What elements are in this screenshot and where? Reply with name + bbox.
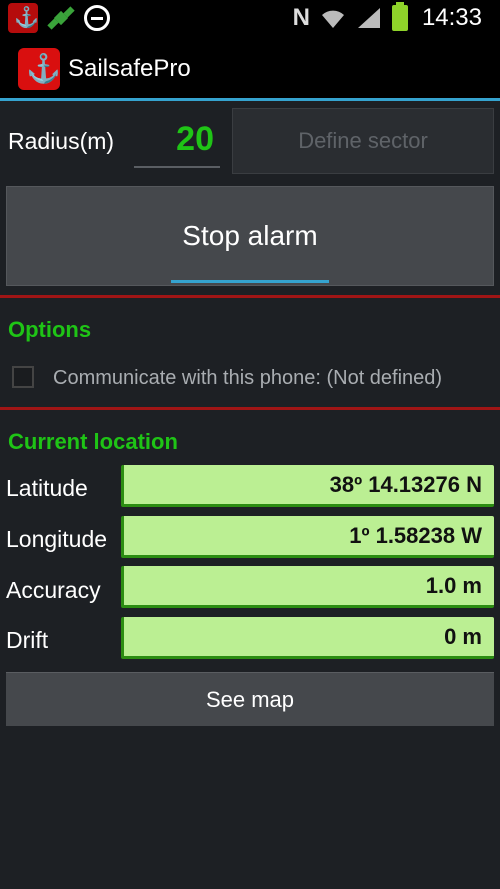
action-bar-divider bbox=[0, 98, 500, 101]
status-bar: N 14:33 bbox=[0, 0, 500, 36]
app-title: SailsafePro bbox=[68, 55, 191, 82]
stop-alarm-indicator bbox=[171, 280, 329, 283]
longitude-value: 1º 1.58238 W bbox=[121, 516, 494, 558]
radius-input[interactable]: 20 bbox=[134, 120, 220, 168]
drift-value: 0 m bbox=[121, 617, 494, 659]
communicate-checkbox[interactable] bbox=[12, 366, 34, 388]
stop-alarm-button[interactable]: Stop alarm bbox=[6, 186, 494, 286]
wifi-icon bbox=[321, 10, 344, 28]
section-divider bbox=[0, 295, 500, 298]
options-title: Options bbox=[8, 317, 92, 342]
action-bar: SailsafePro bbox=[0, 36, 500, 100]
do-not-disturb-icon bbox=[84, 5, 110, 31]
nfc-icon: N bbox=[292, 4, 310, 31]
system-status-icons: N 14:33 bbox=[293, 2, 482, 34]
clock: 14:33 bbox=[421, 4, 482, 31]
battery-icon bbox=[391, 2, 408, 31]
define-sector-button[interactable]: Define sector bbox=[232, 108, 494, 174]
longitude-label: Longitude bbox=[6, 526, 108, 552]
radius-label: Radius(m) bbox=[8, 128, 115, 154]
communicate-label[interactable]: Communicate with this phone: (Not define… bbox=[53, 367, 442, 390]
accuracy-label: Accuracy bbox=[6, 577, 101, 603]
latitude-value: 38º 14.13276 N bbox=[121, 465, 494, 507]
sailsafe-notification-icon bbox=[8, 3, 39, 33]
accuracy-value: 1.0 m bbox=[121, 566, 494, 608]
current-location-title: Current location bbox=[8, 429, 178, 454]
signal-icon bbox=[357, 8, 380, 28]
section-divider bbox=[0, 407, 500, 410]
notification-icons bbox=[8, 3, 110, 33]
latitude-label: Latitude bbox=[6, 475, 88, 501]
satellite-icon bbox=[46, 3, 76, 33]
drift-label: Drift bbox=[6, 627, 49, 653]
app-logo-icon[interactable] bbox=[18, 48, 61, 90]
see-map-button[interactable]: See map bbox=[6, 672, 494, 726]
